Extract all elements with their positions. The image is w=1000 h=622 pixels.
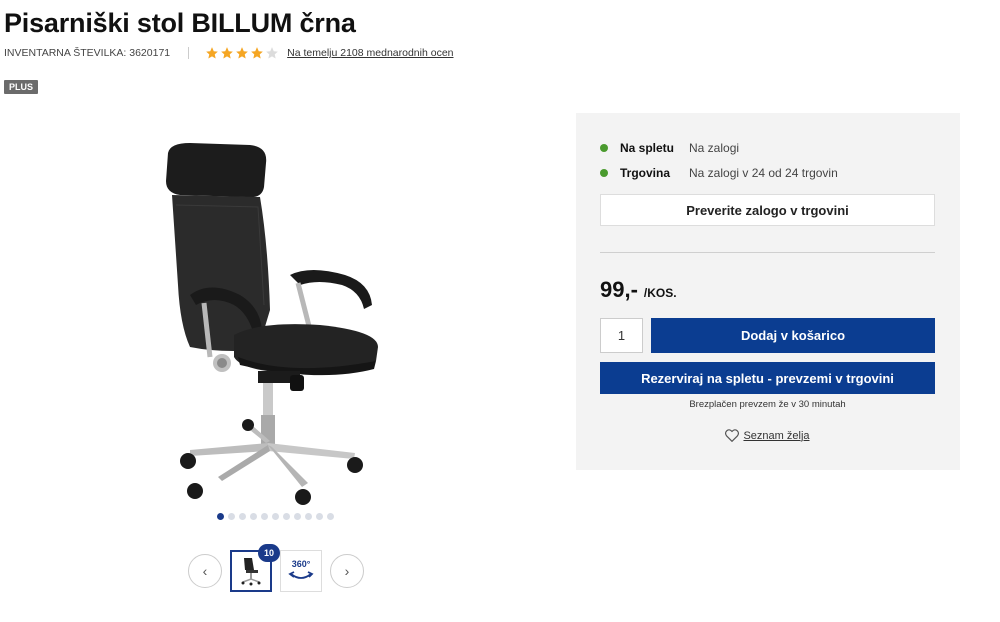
pagination-dot[interactable] xyxy=(316,513,323,520)
pagination-dot[interactable] xyxy=(272,513,279,520)
pickup-note: Brezplačen prevzem že v 30 minutah xyxy=(689,399,846,410)
availability-value: Na zalogi v 24 od 24 trgovin xyxy=(689,166,838,180)
pagination-dot[interactable] xyxy=(294,513,301,520)
chevron-right-icon: › xyxy=(344,563,350,579)
meta-divider xyxy=(188,47,190,59)
in-stock-indicator xyxy=(600,169,608,177)
wishlist-link[interactable]: Seznam želja xyxy=(600,429,935,442)
plus-badge: PLUS xyxy=(4,80,39,94)
add-to-cart-button[interactable]: Dodaj v košarico xyxy=(651,318,935,353)
availability-store: Trgovina Na zalogi v 24 od 24 trgovin xyxy=(600,166,838,180)
image-count-badge: 10 xyxy=(258,544,280,562)
gallery-pagination[interactable] xyxy=(217,513,334,520)
availability-label: Na spletu xyxy=(620,141,675,155)
star-icon xyxy=(206,47,218,59)
thumbnail-360-view[interactable]: 360° xyxy=(280,550,322,592)
heart-icon xyxy=(725,429,740,442)
check-store-stock-button[interactable]: Preverite zalogo v trgovini xyxy=(600,194,935,226)
previous-image-button[interactable]: ‹ xyxy=(188,554,222,588)
thumbnail-strip: ‹ 10 360° › xyxy=(188,544,364,592)
availability-label: Trgovina xyxy=(620,166,671,180)
reserve-pickup-button[interactable]: Rezerviraj na spletu - prevzemi v trgovi… xyxy=(600,362,935,394)
svg-text:360°: 360° xyxy=(292,559,311,569)
quantity-input[interactable]: 1 xyxy=(600,318,643,353)
star-icon xyxy=(236,47,248,59)
in-stock-indicator xyxy=(600,144,608,152)
product-meta: INVENTARNA ŠTEVILKA: 3620171 Na temelju … xyxy=(4,46,454,60)
price-value: 99,- xyxy=(600,277,638,302)
panel-divider xyxy=(600,252,935,253)
pagination-dot[interactable] xyxy=(228,513,235,520)
pagination-dot[interactable] xyxy=(250,513,257,520)
purchase-panel: Na spletu Na zalogi Trgovina Na zalogi v… xyxy=(576,113,960,470)
price-block: 99,- /KOS. xyxy=(600,277,677,303)
next-image-button[interactable]: › xyxy=(330,554,364,588)
availability-value: Na zalogi xyxy=(689,141,740,155)
thumbnail-chair[interactable]: 10 xyxy=(230,544,280,592)
rotate-360-icon: 360° xyxy=(288,559,314,579)
office-chair-thumb-icon xyxy=(241,558,261,586)
pagination-dot[interactable] xyxy=(305,513,312,520)
star-icon xyxy=(251,47,263,59)
pagination-dot[interactable] xyxy=(217,513,224,520)
office-chair-image[interactable] xyxy=(150,125,400,515)
wishlist-label: Seznam želja xyxy=(743,429,810,442)
pagination-dot[interactable] xyxy=(239,513,246,520)
pagination-dot[interactable] xyxy=(261,513,268,520)
pagination-dot[interactable] xyxy=(327,513,334,520)
chevron-left-icon: ‹ xyxy=(202,563,208,579)
pagination-dot[interactable] xyxy=(283,513,290,520)
price-unit: /KOS. xyxy=(643,286,677,300)
product-title: Pisarniški stol BILLUM črna xyxy=(4,8,356,38)
star-icon xyxy=(221,47,233,59)
availability-online: Na spletu Na zalogi xyxy=(600,141,739,155)
star-empty-icon xyxy=(266,47,278,59)
inventory-number: INVENTARNA ŠTEVILKA: 3620171 xyxy=(4,47,171,59)
rating-link[interactable]: Na temelju 2108 mednarodnih ocen xyxy=(287,47,453,59)
rating-stars[interactable] xyxy=(205,46,279,60)
